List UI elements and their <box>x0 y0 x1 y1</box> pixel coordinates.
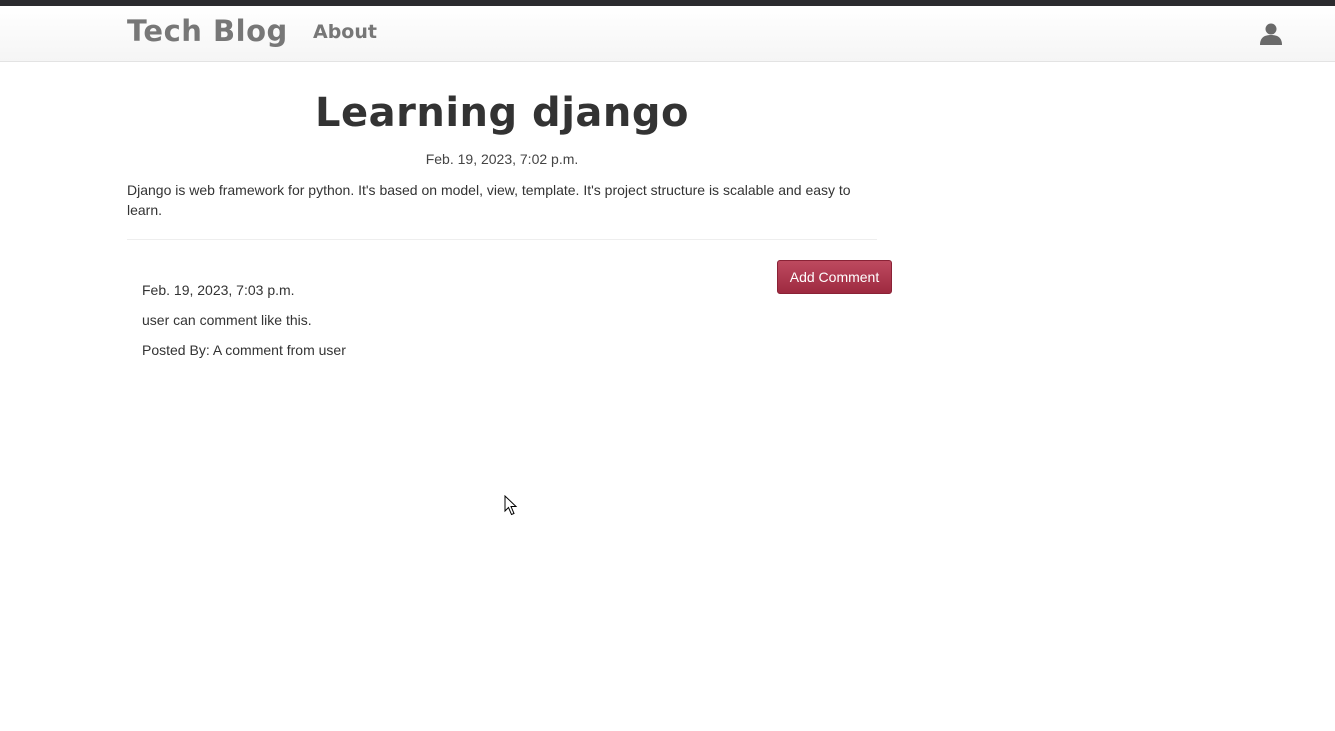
navbar: Tech Blog About <box>0 6 1335 62</box>
comment-text: user can comment like this. <box>142 312 312 328</box>
post-title: Learning django <box>315 90 689 136</box>
comment-item: Feb. 19, 2023, 7:03 p.m. user can commen… <box>142 281 346 371</box>
divider <box>127 239 877 240</box>
comment-author: Posted By: A comment from user <box>142 342 346 358</box>
post-body: Django is web framework for python. It's… <box>127 182 851 218</box>
user-icon[interactable] <box>1259 22 1283 46</box>
post-date: Feb. 19, 2023, 7:02 p.m. <box>425 151 579 167</box>
comment-date: Feb. 19, 2023, 7:03 p.m. <box>142 282 295 298</box>
add-comment-button[interactable]: Add Comment <box>777 260 892 294</box>
brand-link[interactable]: Tech Blog <box>127 14 288 48</box>
nav-about-link[interactable]: About <box>313 21 377 43</box>
mouse-cursor-icon <box>504 494 518 516</box>
